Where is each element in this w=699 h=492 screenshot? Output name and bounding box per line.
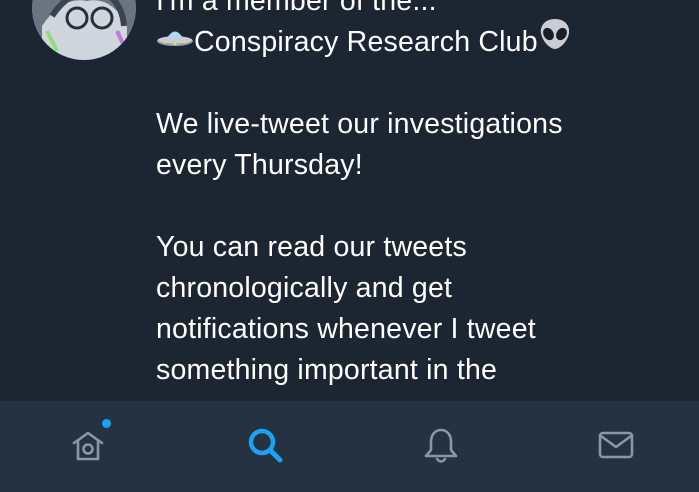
tweet-line: something important in the	[156, 354, 498, 387]
bell-icon	[421, 425, 461, 470]
tab-home[interactable]	[66, 419, 111, 470]
club-name: Conspiracy Research Club	[194, 26, 538, 58]
tweet-line: You can read our tweets	[156, 231, 467, 264]
tab-notifications[interactable]	[419, 425, 463, 469]
tweet-line-club: Conspiracy Research Club	[156, 19, 676, 63]
notification-dot	[102, 419, 111, 428]
tweet-line: notifications whenever I tweet	[156, 313, 536, 346]
tweet-line: every Thursday!	[156, 149, 363, 182]
ufo-emoji-icon	[156, 20, 194, 61]
avatar[interactable]	[32, 0, 136, 60]
tab-bar	[0, 401, 699, 492]
alien-emoji-icon	[538, 17, 572, 63]
tab-messages[interactable]	[594, 425, 638, 469]
mail-icon	[596, 425, 636, 470]
tweet-line: We live-tweet our investigations	[156, 108, 563, 141]
tweet-line: chronologically and get	[156, 272, 453, 305]
tweet-text: I'm a member of the... Conspiracy Resear…	[156, 0, 676, 391]
search-icon	[245, 425, 285, 470]
tab-search[interactable]	[243, 425, 287, 469]
home-icon	[68, 425, 108, 470]
tweet-line: I'm a member of the...	[156, 0, 437, 17]
